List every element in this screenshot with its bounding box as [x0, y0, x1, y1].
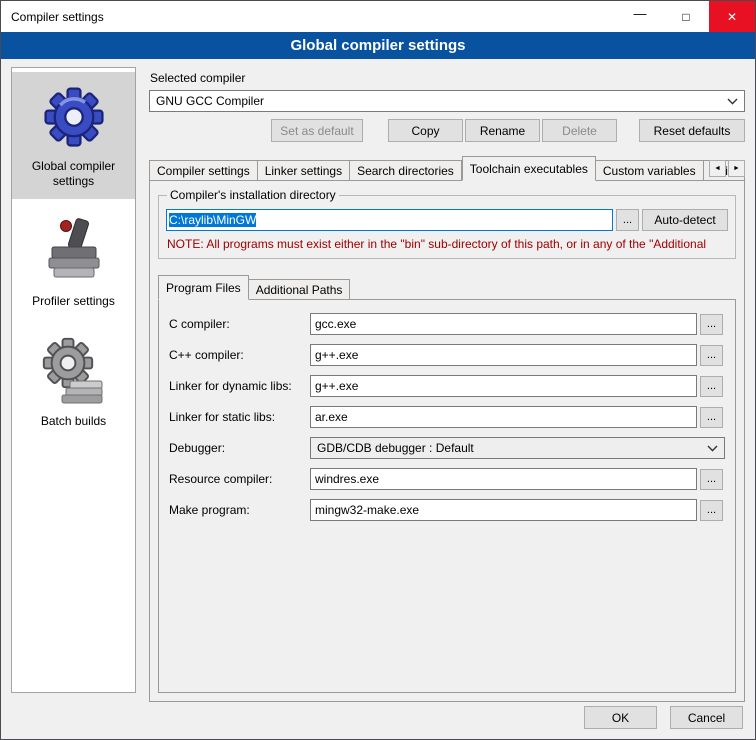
sidebar-item-batch-builds[interactable]: Batch builds	[12, 327, 135, 439]
auto-detect-button[interactable]: Auto-detect	[642, 209, 728, 231]
global-compiler-settings-pane: Selected compiler GNU GCC Compiler Set a…	[149, 67, 745, 702]
program-files-panel: C compiler: ... C++ compiler: ... Linker…	[158, 299, 736, 693]
resource-compiler-input[interactable]	[310, 468, 697, 490]
tab-scroll-left-button[interactable]: ◄	[709, 160, 726, 177]
field-row-cpp-compiler: C++ compiler: ...	[169, 344, 725, 366]
rename-button[interactable]: Rename	[465, 119, 540, 142]
tab-search-directories[interactable]: Search directories	[350, 160, 462, 181]
batch-builds-gear-icon	[40, 335, 108, 409]
cpp-compiler-input[interactable]	[310, 344, 697, 366]
dialog-content: Global compiler settings Profiler settin…	[1, 59, 755, 702]
tab-program-files[interactable]: Program Files	[158, 275, 249, 300]
sidebar-item-profiler-settings[interactable]: Profiler settings	[12, 207, 135, 319]
window-controls: — □ ✕	[617, 1, 755, 32]
tab-linker-settings[interactable]: Linker settings	[258, 160, 350, 181]
maximize-button[interactable]: □	[663, 1, 709, 32]
sidebar-item-label: Profiler settings	[32, 294, 115, 309]
settings-tabbar: Compiler settings Linker settings Search…	[149, 156, 745, 181]
field-label: C++ compiler:	[169, 348, 307, 362]
compiler-gear-icon	[38, 80, 110, 154]
field-row-debugger: Debugger: GDB/CDB debugger : Default	[169, 437, 725, 459]
close-icon: ✕	[727, 10, 737, 24]
cancel-button[interactable]: Cancel	[670, 706, 743, 729]
field-label: C compiler:	[169, 317, 307, 331]
copy-button[interactable]: Copy	[388, 119, 463, 142]
debugger-dropdown[interactable]: GDB/CDB debugger : Default	[310, 437, 725, 459]
field-row-resource-compiler: Resource compiler: ...	[169, 468, 725, 490]
dialog-header: Global compiler settings	[1, 32, 755, 59]
debugger-value: GDB/CDB debugger : Default	[317, 441, 701, 455]
sidebar-item-label: Global compiler settings	[14, 159, 133, 189]
c-compiler-input[interactable]	[310, 313, 697, 335]
titlebar: Compiler settings — □ ✕	[1, 1, 755, 32]
tab-additional-paths[interactable]: Additional Paths	[249, 279, 351, 300]
tab-scroll-right-button[interactable]: ►	[728, 160, 745, 177]
dialog-footer: OK Cancel	[1, 702, 755, 739]
installation-directory-value: C:\raylib\MinGW	[169, 213, 256, 227]
field-label: Debugger:	[169, 441, 307, 455]
maximize-icon: □	[682, 10, 689, 24]
set-as-default-button[interactable]: Set as default	[271, 119, 363, 142]
minimize-button[interactable]: —	[617, 1, 663, 32]
field-label: Resource compiler:	[169, 472, 307, 486]
window-title: Compiler settings	[1, 10, 104, 24]
selected-compiler-label: Selected compiler	[150, 71, 745, 85]
installation-directory-row: C:\raylib\MinGW ... Auto-detect	[166, 209, 728, 231]
browse-make-program-button[interactable]: ...	[700, 500, 723, 521]
field-row-dynamic-linker: Linker for dynamic libs: ...	[169, 375, 725, 397]
selected-compiler-dropdown[interactable]: GNU GCC Compiler	[149, 90, 745, 112]
compiler-settings-dialog: Compiler settings — □ ✕ Global compiler …	[0, 0, 756, 740]
ok-button[interactable]: OK	[584, 706, 657, 729]
minimize-icon: —	[634, 6, 647, 21]
installation-directory-group: Compiler's installation directory C:\ray…	[158, 195, 736, 259]
compiler-action-buttons: Set as default Copy Rename Delete Reset …	[149, 119, 745, 142]
field-label: Make program:	[169, 503, 307, 517]
program-files-tabbar: Program Files Additional Paths	[158, 275, 736, 300]
make-program-input[interactable]	[310, 499, 697, 521]
browse-static-linker-button[interactable]: ...	[700, 407, 723, 428]
toolchain-executables-panel: Compiler's installation directory C:\ray…	[149, 180, 745, 702]
installation-directory-input[interactable]: C:\raylib\MinGW	[166, 209, 613, 231]
static-libs-linker-input[interactable]	[310, 406, 697, 428]
field-label: Linker for static libs:	[169, 410, 307, 424]
tab-compiler-settings[interactable]: Compiler settings	[149, 160, 258, 181]
dynamic-libs-linker-input[interactable]	[310, 375, 697, 397]
profiler-tool-icon	[42, 215, 106, 289]
bin-subdirectory-note: NOTE: All programs must exist either in …	[167, 237, 727, 251]
browse-directory-button[interactable]: ...	[616, 209, 639, 231]
browse-c-compiler-button[interactable]: ...	[700, 314, 723, 335]
field-row-static-linker: Linker for static libs: ...	[169, 406, 725, 428]
sidebar-item-label: Batch builds	[41, 414, 106, 429]
chevron-down-icon	[707, 445, 718, 452]
field-row-c-compiler: C compiler: ...	[169, 313, 725, 335]
field-label: Linker for dynamic libs:	[169, 379, 307, 393]
selected-compiler-value: GNU GCC Compiler	[156, 94, 721, 108]
browse-dynamic-linker-button[interactable]: ...	[700, 376, 723, 397]
tab-toolchain-executables[interactable]: Toolchain executables	[462, 156, 596, 181]
close-button[interactable]: ✕	[709, 1, 755, 32]
delete-button[interactable]: Delete	[542, 119, 617, 142]
browse-resource-compiler-button[interactable]: ...	[700, 469, 723, 490]
settings-category-sidebar: Global compiler settings Profiler settin…	[11, 67, 136, 693]
field-row-make-program: Make program: ...	[169, 499, 725, 521]
chevron-down-icon	[727, 98, 738, 105]
tab-custom-variables[interactable]: Custom variables	[596, 160, 704, 181]
installation-directory-group-title: Compiler's installation directory	[167, 188, 339, 202]
browse-cpp-compiler-button[interactable]: ...	[700, 345, 723, 366]
sidebar-item-global-compiler-settings[interactable]: Global compiler settings	[12, 72, 135, 199]
tab-scroll-arrows: ◄ ►	[709, 160, 745, 177]
reset-defaults-button[interactable]: Reset defaults	[639, 119, 745, 142]
